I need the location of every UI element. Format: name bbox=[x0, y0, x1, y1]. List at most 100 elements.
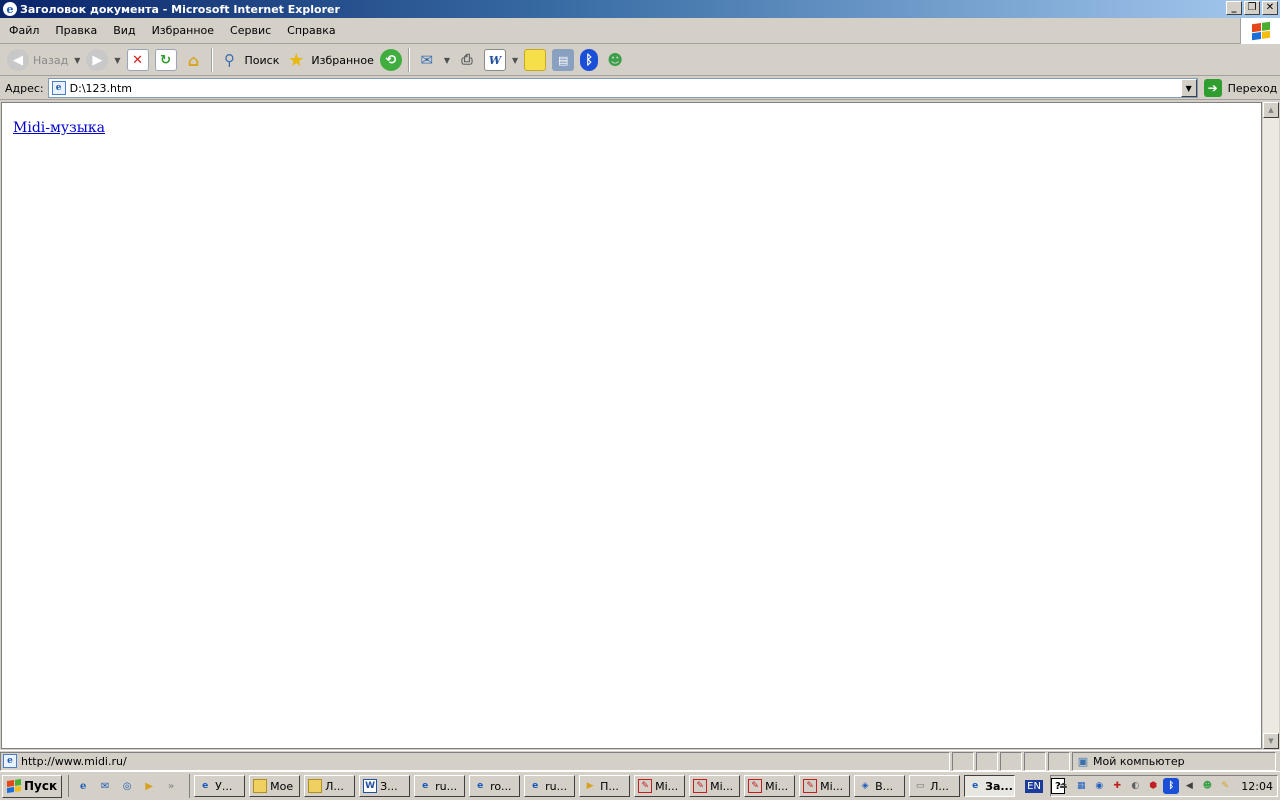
browser-icon[interactable]: ◎ bbox=[117, 776, 137, 796]
menu-help[interactable]: Справка bbox=[279, 24, 343, 37]
windows-flag-icon bbox=[7, 779, 21, 793]
outlook-icon[interactable]: ✉ bbox=[95, 776, 115, 796]
task-button[interactable]: Мое bbox=[249, 775, 301, 797]
task-button[interactable]: ▭ Л... bbox=[909, 775, 961, 797]
back-arrow-icon: ◀ bbox=[7, 49, 29, 71]
scroll-down-icon[interactable]: ▼ bbox=[1263, 733, 1279, 749]
research-button[interactable]: ▤ bbox=[549, 47, 577, 73]
task-button[interactable]: ✎ Mi... bbox=[689, 775, 741, 797]
address-field[interactable]: e ▼ bbox=[47, 78, 1198, 98]
network-status-icon[interactable]: ▦ bbox=[1073, 778, 1089, 794]
title-bar[interactable]: e Заголовок документа - Microsoft Intern… bbox=[0, 0, 1280, 18]
forward-dropdown-icon[interactable]: ▼ bbox=[114, 56, 120, 65]
address-input[interactable] bbox=[69, 80, 1170, 96]
task-label: ru... bbox=[545, 779, 568, 793]
users-icon[interactable]: ☻ bbox=[1199, 778, 1215, 794]
minimize-button[interactable]: _ bbox=[1226, 1, 1242, 15]
clock[interactable]: 12:04 bbox=[1241, 780, 1273, 793]
mail-button[interactable]: ✉ bbox=[413, 47, 441, 73]
task-button[interactable]: ▶ П... bbox=[579, 775, 631, 797]
status-pane bbox=[1024, 751, 1046, 771]
edit-button[interactable]: W bbox=[481, 47, 509, 73]
status-text: http://www.midi.ru/ bbox=[21, 754, 127, 768]
printer-icon: ⎙ bbox=[461, 52, 473, 68]
bluetooth-tray-icon[interactable]: ᛒ bbox=[1163, 778, 1180, 794]
back-dropdown-icon[interactable]: ▼ bbox=[74, 56, 80, 65]
volume-icon[interactable]: ◀ bbox=[1181, 778, 1197, 794]
system-tray: ⏏ ▦ ◉ ✚ ◐ ⬢ ᛒ ◀ ☻ ✎ 12:04 bbox=[1050, 775, 1278, 797]
task-button[interactable]: e ro... bbox=[469, 775, 521, 797]
task-label: За... bbox=[985, 779, 1013, 793]
internet-explorer-icon: e bbox=[3, 2, 17, 16]
page-icon: e bbox=[51, 81, 66, 95]
standard-toolbar: ◀ Назад ▼ ▶ ▼ ✕ ↻ ⌂ ⚲ Поиск ★ Избранное … bbox=[0, 45, 1280, 76]
image-icon: ✎ bbox=[803, 779, 818, 793]
task-label: ru... bbox=[435, 779, 458, 793]
task-label: У... bbox=[215, 779, 233, 793]
mail-dropdown-icon[interactable]: ▼ bbox=[444, 56, 450, 65]
task-label: П... bbox=[600, 779, 619, 793]
print-button[interactable]: ⎙ bbox=[453, 47, 481, 73]
favorites-star-icon: ★ bbox=[288, 49, 305, 71]
bluetooth-icon: ᛒ bbox=[580, 49, 599, 71]
task-label: З... bbox=[380, 779, 398, 793]
show-desktop-icon[interactable]: » bbox=[161, 776, 181, 796]
utility-icon[interactable]: ◐ bbox=[1127, 778, 1143, 794]
home-button[interactable]: ⌂ bbox=[180, 47, 208, 73]
close-button[interactable]: ✕ bbox=[1262, 1, 1278, 15]
bluetooth-button[interactable]: ᛒ bbox=[577, 47, 601, 73]
messenger-button[interactable]: ☻ bbox=[601, 47, 629, 73]
task-button[interactable]: ✎ Mi... bbox=[634, 775, 686, 797]
favorites-button[interactable]: ★ Избранное bbox=[282, 47, 376, 73]
vertical-scrollbar[interactable]: ▲ ▼ bbox=[1262, 102, 1279, 749]
task-button[interactable]: e У... bbox=[194, 775, 246, 797]
forward-button[interactable]: ▶ bbox=[83, 47, 111, 73]
task-button-active[interactable]: e За... bbox=[964, 775, 1016, 797]
note-icon bbox=[524, 49, 547, 71]
stop-button[interactable]: ✕ bbox=[124, 47, 152, 73]
word-document-icon: W bbox=[363, 779, 378, 793]
menu-tools[interactable]: Сервис bbox=[222, 24, 279, 37]
go-button[interactable]: ➔ Переход bbox=[1203, 79, 1277, 97]
address-dropdown-icon[interactable]: ▼ bbox=[1180, 79, 1197, 97]
language-indicator[interactable]: EN bbox=[1025, 779, 1043, 793]
history-button[interactable]: ⟲ bbox=[377, 47, 405, 73]
shield-icon[interactable]: ⬢ bbox=[1145, 778, 1161, 794]
status-pane bbox=[952, 751, 974, 771]
task-button[interactable]: W З... bbox=[359, 775, 411, 797]
refresh-button[interactable]: ↻ bbox=[152, 47, 180, 73]
connection-icon[interactable]: ◉ bbox=[1091, 778, 1107, 794]
media-player-icon[interactable]: ▶ bbox=[139, 776, 159, 796]
forward-arrow-icon: ▶ bbox=[86, 49, 109, 71]
back-button[interactable]: ◀ Назад bbox=[4, 47, 71, 73]
discuss-button[interactable] bbox=[521, 47, 549, 73]
window-title: Заголовок документа - Microsoft Internet… bbox=[20, 2, 340, 16]
quick-launch: e ✉ ◎ ▶ » bbox=[68, 775, 183, 797]
start-button[interactable]: Пуск bbox=[2, 774, 63, 798]
antivirus-icon[interactable]: ✚ bbox=[1109, 778, 1125, 794]
task-label: Л... bbox=[930, 779, 949, 793]
restore-button[interactable]: ❐ bbox=[1244, 1, 1260, 15]
pencil-icon[interactable]: ✎ bbox=[1217, 778, 1233, 794]
task-button[interactable]: e ru... bbox=[524, 775, 576, 797]
internet-explorer-icon[interactable]: e bbox=[73, 776, 93, 796]
midi-music-link[interactable]: Midi-музыка bbox=[13, 120, 105, 136]
messenger-icon: ☻ bbox=[607, 51, 623, 69]
task-button[interactable]: ✎ Mi... bbox=[744, 775, 796, 797]
edit-dropdown-icon[interactable]: ▼ bbox=[512, 56, 518, 65]
safely-remove-icon[interactable]: ⏏ bbox=[1055, 778, 1071, 794]
menu-file[interactable]: Файл bbox=[1, 24, 47, 37]
task-button[interactable]: ◈ В... bbox=[854, 775, 906, 797]
mail-icon: ✉ bbox=[420, 51, 434, 69]
search-button[interactable]: ⚲ Поиск bbox=[216, 47, 283, 73]
menu-edit[interactable]: Правка bbox=[47, 24, 105, 37]
window-controls: _ ❐ ✕ bbox=[1226, 1, 1278, 15]
task-label: ro... bbox=[490, 779, 512, 793]
menu-view[interactable]: Вид bbox=[105, 24, 143, 37]
task-button[interactable]: Л... bbox=[304, 775, 356, 797]
task-button[interactable]: ✎ Mi... bbox=[799, 775, 851, 797]
task-button[interactable]: e ru... bbox=[414, 775, 466, 797]
start-label: Пуск bbox=[24, 779, 58, 793]
scroll-up-icon[interactable]: ▲ bbox=[1263, 102, 1279, 118]
menu-favorites[interactable]: Избранное bbox=[144, 24, 222, 37]
